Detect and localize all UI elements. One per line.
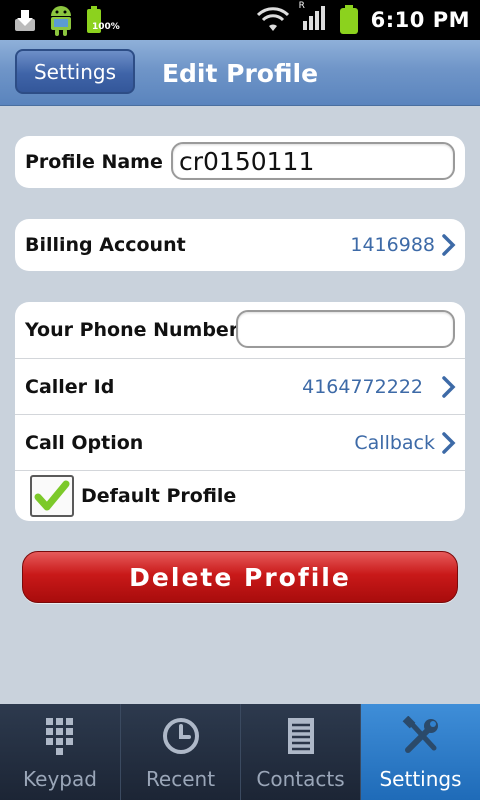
caller-id-label: Caller Id — [25, 375, 115, 398]
contacts-icon — [287, 718, 314, 754]
profile-name-input[interactable]: cr0150111 — [171, 142, 455, 180]
call-option-row[interactable]: Call Option Callback — [15, 414, 465, 470]
android-icon — [51, 6, 71, 36]
tab-recent[interactable]: Recent — [120, 704, 240, 800]
profile-name-value: cr0150111 — [179, 146, 315, 176]
checkmark-icon — [34, 480, 70, 511]
title-bar: Settings Edit Profile — [0, 40, 480, 106]
billing-account-value: 1416988 — [350, 234, 435, 256]
phone-number-label: Your Phone Number — [25, 319, 239, 341]
keypad-icon — [46, 718, 73, 755]
billing-account-label: Billing Account — [25, 234, 186, 256]
battery-icon — [339, 5, 358, 34]
tab-keypad[interactable]: Keypad — [0, 704, 120, 800]
notification-icons — [14, 4, 102, 36]
settings-back-button[interactable]: Settings — [15, 49, 135, 94]
page-title: Edit Profile — [161, 58, 319, 88]
tab-settings[interactable]: Settings — [360, 704, 480, 800]
phone-number-row: Your Phone Number — [15, 302, 465, 358]
phone-settings-group: Your Phone Number Caller Id 4164772222 C… — [15, 302, 465, 521]
tab-label: Keypad — [23, 767, 97, 791]
delete-profile-button[interactable]: Delete Profile — [22, 551, 458, 603]
wifi-icon — [256, 7, 289, 31]
call-option-value: Callback — [354, 431, 435, 454]
profile-name-label: Profile Name — [25, 151, 163, 173]
billing-account-group: Billing Account 1416988 — [15, 219, 465, 271]
profile-name-group: Profile Name cr0150111 — [15, 136, 465, 188]
profile-name-row: Profile Name cr0150111 — [15, 136, 465, 188]
battery-percent-label: 100% — [92, 22, 120, 32]
default-profile-checkbox[interactable] — [30, 475, 74, 517]
clock-icon — [162, 718, 199, 754]
billing-account-row[interactable]: Billing Account 1416988 — [15, 219, 465, 271]
tab-label: Contacts — [256, 767, 345, 791]
signal-indicator: R — [299, 1, 327, 35]
phone-number-input[interactable] — [236, 310, 455, 348]
tab-bar: Keypad Recent Contacts Settings — [0, 704, 480, 800]
clock: 6:10 PM — [370, 8, 470, 32]
roaming-label: R — [298, 1, 305, 11]
tab-label: Settings — [379, 767, 462, 791]
chevron-right-icon — [442, 375, 456, 398]
default-profile-row: Default Profile — [15, 470, 465, 520]
default-profile-label: Default Profile — [81, 484, 237, 507]
caller-id-value: 4164772222 — [302, 375, 423, 398]
caller-id-row[interactable]: Caller Id 4164772222 — [15, 358, 465, 414]
chevron-right-icon — [442, 234, 456, 256]
call-option-label: Call Option — [25, 431, 144, 454]
chevron-right-icon — [442, 431, 456, 454]
tab-label: Recent — [145, 767, 216, 791]
tools-icon — [402, 716, 438, 753]
download-icon — [15, 10, 35, 31]
tab-contacts[interactable]: Contacts — [240, 704, 360, 800]
status-bar: 100% R 6:10 PM — [0, 0, 480, 40]
system-icons: R 6:10 PM — [256, 0, 470, 40]
